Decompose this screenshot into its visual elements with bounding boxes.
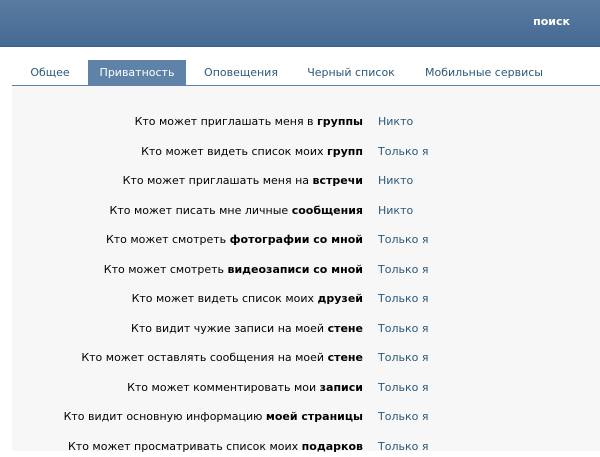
privacy-setting-label: Кто видит основную информацию моей стран… [64,407,363,427]
tab-privacy[interactable]: Приватность [88,60,186,85]
privacy-setting-row: Кто может смотреть видеозаписи со мной То… [0,260,600,280]
privacy-setting-label-text: Кто может оставлять сообщения на моей [81,351,328,364]
privacy-setting-label: Кто может просматривать список моих пода… [68,437,363,457]
privacy-setting-value-link[interactable]: Никто [378,201,413,221]
privacy-setting-row: Кто может приглашать меня в группы Никто [0,112,600,132]
privacy-setting-label: Кто может оставлять сообщения на моей ст… [81,348,363,368]
privacy-setting-row: Кто видит основную информацию моей стран… [0,407,600,427]
privacy-setting-label: Кто может видеть список моих групп [141,142,363,162]
privacy-setting-row: Кто может просматривать список моих пода… [0,437,600,457]
privacy-setting-value-link[interactable]: Только я [378,142,428,162]
privacy-setting-value-link[interactable]: Только я [378,260,428,280]
privacy-setting-label-emphasis: групп [327,145,363,158]
privacy-setting-label-emphasis: подарков [301,440,363,453]
top-header-bar: поиск [0,0,600,47]
privacy-setting-value-link[interactable]: Только я [378,407,428,427]
privacy-setting-value-link[interactable]: Только я [378,348,428,368]
privacy-setting-label-text: Кто может смотреть [103,263,228,276]
privacy-setting-row: Кто может писать мне личные сообщения Ник… [0,201,600,221]
privacy-setting-label: Кто может смотреть видеозаписи со мной [104,260,363,280]
privacy-setting-label: Кто может приглашать меня на встречи [123,171,363,191]
privacy-setting-label-text: Кто может приглашать меня на [122,174,313,187]
tab-blacklist[interactable]: Черный список [298,60,404,85]
privacy-setting-label-text: Кто видит чужие записи на моей [131,322,328,335]
privacy-setting-value-link[interactable]: Только я [378,437,428,457]
privacy-setting-value-link[interactable]: Только я [378,319,428,339]
privacy-setting-label-emphasis: встречи [312,174,363,187]
privacy-setting-label-text: Кто может просматривать список моих [67,440,302,453]
privacy-setting-label-emphasis: друзей [317,292,364,305]
privacy-setting-value-link[interactable]: Только я [378,378,428,398]
privacy-setting-label-text: Кто может комментировать мои [127,381,320,394]
privacy-setting-label-text: Кто видит основную информацию [63,410,266,423]
privacy-setting-label-text: Кто может смотреть [105,233,230,246]
privacy-setting-row: Кто видит чужие записи на моей стене Толь… [0,319,600,339]
privacy-setting-label: Кто видит чужие записи на моей стене [131,319,363,339]
privacy-setting-label-text: Кто может видеть список моих [131,292,318,305]
privacy-setting-value-link[interactable]: Только я [378,289,428,309]
privacy-setting-row: Кто может комментировать мои записи Тольк… [0,378,600,398]
privacy-setting-label-emphasis: фотографии со мной [229,233,363,246]
privacy-setting-label-emphasis: видеозаписи со мной [227,263,363,276]
privacy-setting-label: Кто может приглашать меня в группы [135,112,363,132]
privacy-setting-label-text: Кто может писать мне личные [109,204,292,217]
privacy-setting-row: Кто может оставлять сообщения на моей ст… [0,348,600,368]
privacy-setting-label-text: Кто может приглашать меня в [134,115,318,128]
privacy-setting-label: Кто может смотреть фотографии со мной [106,230,363,250]
privacy-setting-label-emphasis: стене [327,351,363,364]
privacy-setting-label-emphasis: записи [319,381,363,394]
privacy-setting-label: Кто может комментировать мои записи [127,378,363,398]
privacy-setting-label-emphasis: группы [317,115,363,128]
privacy-setting-row: Кто может видеть список моих групп Только… [0,142,600,162]
privacy-setting-value-link[interactable]: Только я [378,230,428,250]
privacy-setting-value-link[interactable]: Никто [378,112,413,132]
privacy-setting-label-emphasis: моей страницы [265,410,363,423]
privacy-setting-label: Кто может писать мне личные сообщения [110,201,363,221]
tab-general[interactable]: Общее [20,60,80,85]
search-link[interactable]: поиск [533,15,570,28]
tab-mobile-services[interactable]: Мобильные сервисы [414,60,554,85]
privacy-setting-label-text: Кто может видеть список моих [141,145,327,158]
privacy-setting-label-emphasis: стене [327,322,363,335]
privacy-setting-row: Кто может приглашать меня на встречи Никт… [0,171,600,191]
privacy-setting-label-emphasis: сообщения [291,204,363,217]
tab-notifications[interactable]: Оповещения [196,60,286,85]
privacy-setting-row: Кто может смотреть фотографии со мной Тол… [0,230,600,250]
privacy-setting-row: Кто может видеть список моих друзей Тольк… [0,289,600,309]
privacy-setting-label: Кто может видеть список моих друзей [132,289,363,309]
privacy-setting-value-link[interactable]: Никто [378,171,413,191]
